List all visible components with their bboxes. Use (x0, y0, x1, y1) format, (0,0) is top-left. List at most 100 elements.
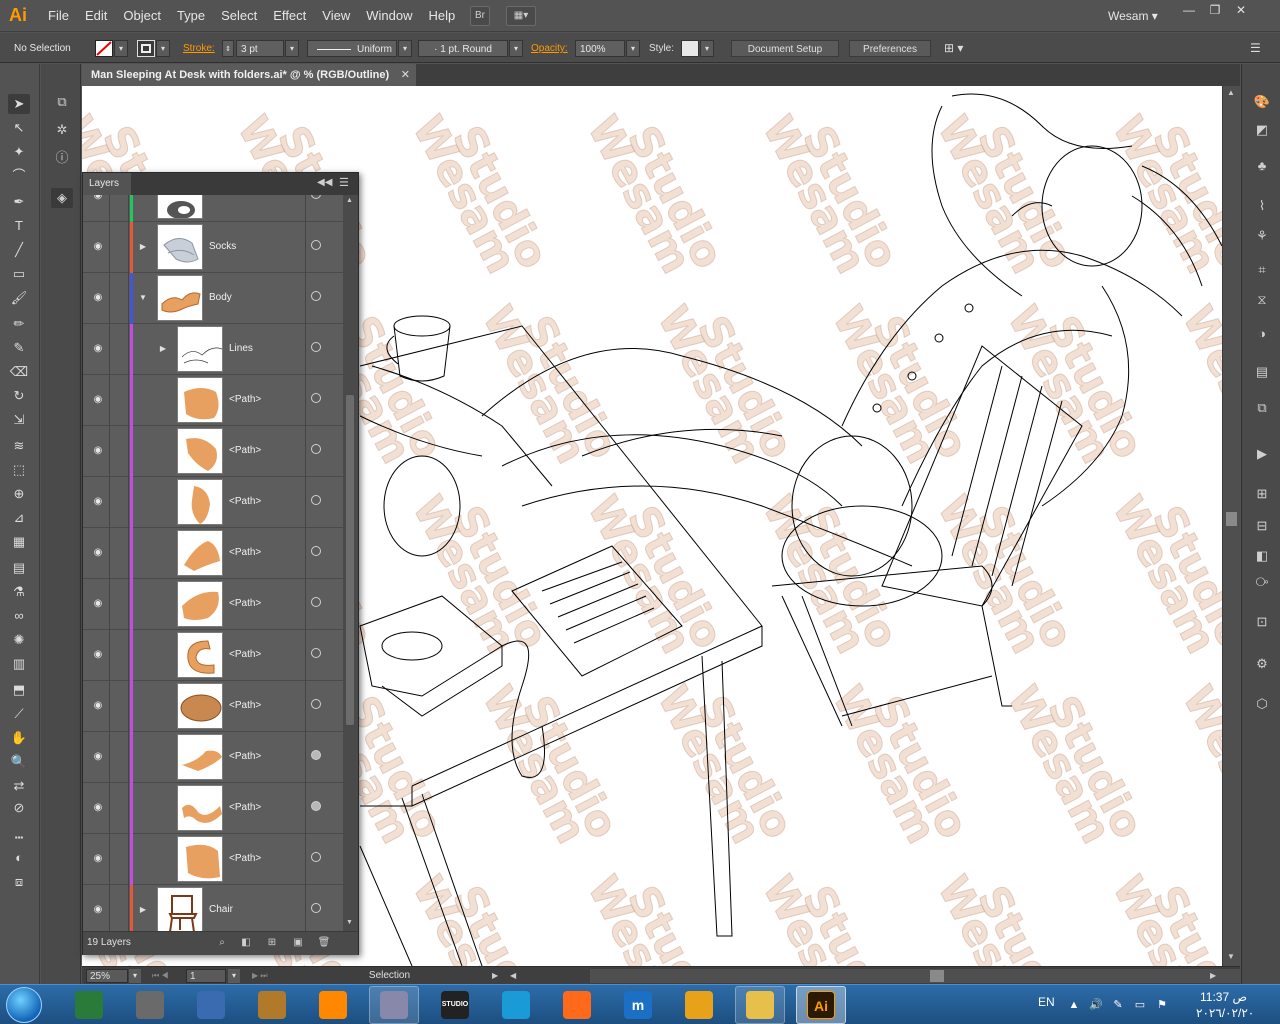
draw-mode-icon[interactable]: ◐ (8, 848, 30, 868)
scroll-right-icon[interactable]: ▶ (1210, 969, 1216, 983)
navigator-panel-icon[interactable]: ⊡ (1252, 612, 1272, 632)
taskbar-studio[interactable]: STUDIO (430, 986, 480, 1024)
color-panel-icon[interactable]: 🎨 (1252, 92, 1272, 112)
lock-toggle[interactable] (109, 732, 129, 783)
lasso-tool-icon[interactable]: ⌒ (8, 166, 30, 186)
stroke-color-dropdown[interactable]: ▾ (156, 40, 170, 57)
visibility-eye-icon[interactable]: ◉ (91, 699, 105, 713)
layer-name[interactable]: <Path> (229, 444, 261, 458)
layer-row[interactable]: ◉ <Path> (83, 528, 343, 579)
horizontal-scrollbar[interactable] (590, 969, 1280, 983)
taskbar-pen-tablet[interactable] (186, 986, 236, 1024)
layer-row[interactable]: ◉ <Path> (83, 630, 343, 681)
lock-toggle[interactable] (109, 324, 129, 375)
document-tab[interactable]: Man Sleeping At Desk with folders.ai* @ … (82, 64, 416, 86)
perspective-grid-tool-icon[interactable]: ⊿ (8, 508, 30, 528)
menu-object[interactable]: Object (115, 0, 169, 32)
graphic-style-swatch[interactable] (681, 40, 699, 57)
css-panel-icon[interactable]: ⬡ (1252, 694, 1272, 714)
type-tool-icon[interactable]: T (8, 216, 30, 236)
clock-date[interactable]: ٢٠٢٦/٠٢/٢٠ (1196, 1006, 1254, 1020)
scroll-left-icon[interactable]: ◀ (510, 969, 516, 983)
layer-name[interactable]: <Path> (229, 699, 261, 713)
target-circle-icon[interactable] (311, 195, 321, 199)
target-circle-icon[interactable] (311, 852, 321, 862)
layer-name[interactable]: <Path> (229, 852, 261, 866)
lock-toggle[interactable] (109, 375, 129, 426)
layer-row[interactable]: ◉ <Path> (83, 732, 343, 783)
restore-button[interactable]: ❐ (1204, 2, 1226, 18)
blend-tool-icon[interactable]: ∞ (8, 606, 30, 626)
language-indicator[interactable]: EN (1038, 995, 1055, 1009)
expand-arrow-icon[interactable]: ▶ (158, 342, 168, 356)
lock-toggle[interactable] (109, 885, 129, 931)
status-menu-icon[interactable]: ▶ (492, 969, 498, 983)
layers-scrollbar[interactable]: ▲ ▼ (343, 195, 358, 931)
target-circle-icon[interactable] (311, 699, 321, 709)
last-artboard-icon[interactable]: ▶ ⏭ (252, 969, 268, 983)
visibility-eye-icon[interactable]: ◉ (91, 495, 105, 509)
scroll-down-icon[interactable]: ▼ (1227, 952, 1235, 961)
artboard-tool-icon[interactable]: ⬒ (8, 680, 30, 700)
visibility-eye-icon[interactable]: ◉ (91, 393, 105, 407)
opacity-field[interactable]: 100% (575, 40, 625, 57)
scroll-up-icon[interactable]: ▲ (1227, 88, 1235, 97)
collapse-panel-icon[interactable]: ◀◀ (317, 177, 332, 188)
visibility-eye-icon[interactable]: ◉ (91, 903, 105, 917)
layer-name[interactable]: <Path> (229, 546, 261, 560)
taskbar-tools[interactable] (369, 986, 419, 1024)
artboard-number-field[interactable]: 1 (186, 969, 226, 983)
stroke-weight-field[interactable]: 3 pt (236, 40, 284, 57)
scale-tool-icon[interactable]: ⇲ (8, 410, 30, 430)
taskbar-scanner[interactable] (125, 986, 175, 1024)
network-icon[interactable]: ⚑ (1154, 997, 1170, 1013)
transform-icon[interactable]: ⊞ ▾ (944, 40, 963, 57)
layer-row[interactable]: ◉ <Path> (83, 375, 343, 426)
show-hidden-icons-icon[interactable]: ▲ (1066, 997, 1082, 1013)
target-circle-icon[interactable] (311, 240, 321, 250)
lock-toggle[interactable] (109, 630, 129, 681)
visibility-eye-icon[interactable]: ◉ (91, 801, 105, 815)
taskbar-firefox[interactable] (552, 986, 602, 1024)
info-panel-icon[interactable]: ⓘ (51, 148, 73, 168)
clock-time[interactable]: 11:37 ص (1200, 990, 1247, 1004)
stroke-weight-dropdown[interactable]: ▾ (285, 40, 299, 57)
action-center-icon[interactable]: ▭ (1132, 997, 1148, 1013)
arrange-documents-icon[interactable]: ▦▾ (506, 6, 536, 26)
visibility-eye-icon[interactable]: ◉ (91, 597, 105, 611)
panel-menu-icon[interactable]: ☰ (339, 176, 349, 189)
menu-select[interactable]: Select (213, 0, 265, 32)
vertical-scrollbar[interactable]: ▲ ▼ (1222, 86, 1240, 966)
visibility-eye-icon[interactable]: ◉ (91, 546, 105, 560)
column-graph-tool-icon[interactable]: ▥ (8, 654, 30, 674)
make-clipping-mask-icon[interactable]: ◧ (239, 936, 253, 950)
bridge-button[interactable]: Br (470, 6, 490, 26)
hand-tool-icon[interactable]: ✋ (8, 728, 30, 748)
gradient-tool-icon[interactable]: ▤ (8, 558, 30, 578)
target-circle-icon[interactable] (311, 342, 321, 352)
start-button[interactable] (6, 987, 42, 1023)
lock-toggle[interactable] (109, 834, 129, 885)
create-new-layer-icon[interactable]: ▣ (291, 936, 305, 950)
lock-toggle[interactable] (109, 783, 129, 834)
target-circle-icon[interactable] (311, 546, 321, 556)
visibility-eye-icon[interactable]: ◉ (91, 342, 105, 356)
lock-toggle[interactable] (109, 195, 129, 222)
layer-row[interactable]: ◉ ▼ Body (83, 273, 343, 324)
brushes-panel-icon[interactable]: ⌇ (1252, 196, 1272, 216)
paintbrush-tool-icon[interactable]: 🖌 (8, 288, 30, 308)
collapse-arrow-icon[interactable]: ▼ (138, 291, 148, 305)
target-circle-icon[interactable] (311, 597, 321, 607)
layer-name[interactable]: Socks (209, 240, 236, 254)
stroke-panel-icon[interactable]: ⌗ (1252, 260, 1272, 280)
artboards-panel-icon[interactable]: ⧉ (51, 92, 73, 112)
visibility-eye-icon[interactable]: ◉ (91, 291, 105, 305)
layer-row[interactable]: ◉ (83, 195, 343, 222)
layer-row[interactable]: ◉ <Path> (83, 477, 343, 528)
taskbar-chrome[interactable] (674, 986, 724, 1024)
actions-panel-icon[interactable]: ▶ (1252, 444, 1272, 464)
zoom-field[interactable]: 25% (86, 969, 128, 983)
first-artboard-icon[interactable]: ⏮ ◀ (152, 969, 169, 983)
mesh-tool-icon[interactable]: ▦ (8, 532, 30, 552)
layer-row[interactable]: ◉ ▶ Socks (83, 222, 343, 273)
